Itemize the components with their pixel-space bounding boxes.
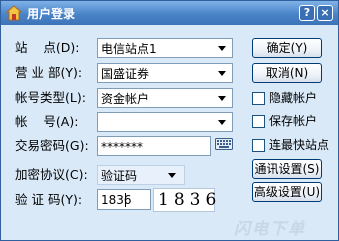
broker-value: 国盛证券 [101,67,150,81]
captcha-image[interactable]: 1836 [153,188,216,212]
watermark-text: 闪电下单 [234,219,307,238]
title-bar: 用户登录 ? × [1,1,338,25]
text-caret [125,193,126,207]
verify-code-value: 1836 [101,193,132,207]
site-label: 站 点(D): [15,40,80,55]
save-account-checkbox[interactable] [252,115,265,128]
account-type-label: 帐号类型(L): [15,90,86,105]
chevron-down-icon [218,120,226,125]
house-icon [6,5,22,21]
password-input[interactable]: ******* [97,136,211,156]
comm-settings-button[interactable]: 通讯设置(S) [252,159,322,179]
account-label: 帐 号(A): [15,114,79,129]
verify-code-label: 验 证 码(Y): [15,192,83,207]
fastest-site-label: 连最快站点 [269,138,330,152]
close-button[interactable]: × [317,5,333,21]
chevron-down-icon [218,96,226,101]
password-label: 交易密码(G): [15,138,89,153]
save-account-label: 保存帐户 [269,114,318,128]
account-combo[interactable] [97,112,233,132]
login-window: 用户登录 ? × 站 点(D): 营 业 部(Y): 帐号类型(L): 帐 号(… [0,0,339,241]
chevron-down-icon [218,71,226,76]
fastest-site-checkbox[interactable] [252,139,265,152]
cancel-button[interactable]: 取消(N) [252,63,322,83]
account-type-value: 资金帐户 [101,92,150,106]
keyboard-icon[interactable] [215,138,233,150]
ok-button[interactable]: 确定(Y) [252,38,322,58]
protocol-select[interactable]: 验证码 [97,165,185,185]
account-type-select[interactable]: 资金帐户 [97,88,233,108]
advanced-settings-button[interactable]: 高级设置(U) [252,182,322,202]
broker-select[interactable]: 国盛证券 [97,63,233,83]
verify-code-input[interactable]: 1836 [97,189,151,210]
broker-label: 营 业 部(Y): [15,65,83,80]
protocol-value: 验证码 [101,169,138,183]
site-value: 电信站点1 [101,42,157,56]
chevron-down-icon [168,173,176,178]
site-select[interactable]: 电信站点1 [97,38,233,58]
protocol-label: 加密协议(C): [15,167,88,182]
password-value: ******* [101,140,143,154]
hide-account-label: 隐藏帐户 [269,91,318,105]
chevron-down-icon [218,46,226,51]
window-title: 用户登录 [27,7,76,21]
help-button[interactable]: ? [299,5,315,21]
hide-account-checkbox[interactable] [252,92,265,105]
